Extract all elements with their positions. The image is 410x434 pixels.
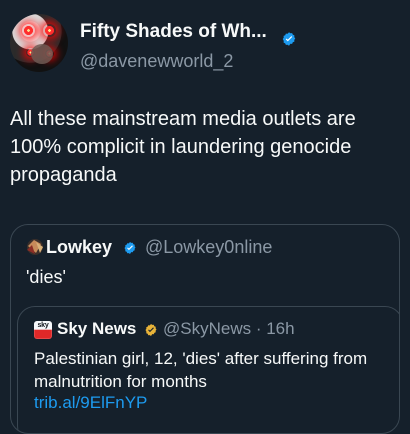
avatar-red-eye-icon xyxy=(22,24,35,37)
embedded-quote-card[interactable]: sky Sky News @SkyNews · 16h Palestinian … xyxy=(17,306,399,433)
sky-news-logo-icon: sky xyxy=(34,321,52,339)
avatar-red-eye-icon xyxy=(43,24,56,37)
quoted-author-name[interactable]: Lowkey xyxy=(46,237,112,258)
tweet-header: Fifty Shades of Wh... @davenewworld_2 xyxy=(10,10,400,80)
tweet-card: Fifty Shades of Wh... @davenewworld_2 Al… xyxy=(0,0,410,434)
embedded-post-link[interactable]: trib.al/9ElFnYP xyxy=(34,393,147,413)
quoted-post-text: 'dies' xyxy=(26,267,66,287)
sky-news-logo-text: sky xyxy=(37,322,49,329)
post-text: All these mainstream media outlets are 1… xyxy=(10,108,356,186)
display-name[interactable]: Fifty Shades of Wh... xyxy=(80,21,267,43)
embedded-author-handle-time[interactable]: @SkyNews · 16h xyxy=(163,319,295,339)
embedded-author-name[interactable]: Sky News xyxy=(57,319,136,339)
business-verified-icon xyxy=(145,324,157,336)
quoted-post[interactable]: Lowkey @Lowkey0nline 'dies' sky Sky News… xyxy=(10,224,400,434)
quoted-author-handle[interactable]: @Lowkey0nline xyxy=(145,237,272,258)
embedded-post-text: Palestinian girl, 12, 'dies' after suffe… xyxy=(34,349,368,391)
account-handle[interactable]: @davenewworld_2 xyxy=(80,51,233,72)
quoted-post-header: Lowkey @Lowkey0nline xyxy=(26,237,386,259)
lowkey-avatar-icon xyxy=(27,239,43,255)
profile-avatar[interactable] xyxy=(10,14,68,72)
avatar-face xyxy=(31,44,53,64)
verified-icon xyxy=(124,242,136,254)
verified-icon xyxy=(282,32,296,46)
